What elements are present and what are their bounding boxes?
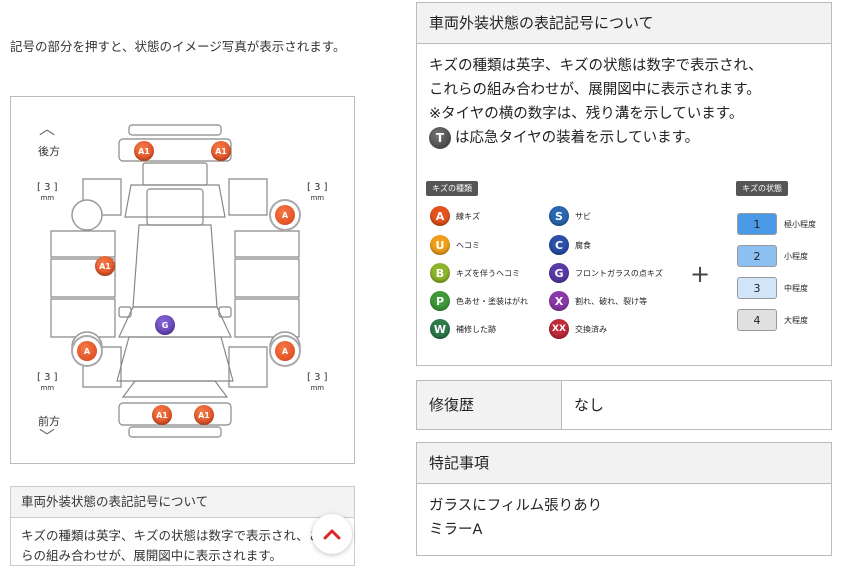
damage-type-item: P 色あせ・塗装はがれ	[430, 291, 528, 311]
rear-label: 後方	[38, 145, 60, 158]
damage-mark[interactable]: A1	[211, 141, 231, 161]
damage-state-tag: キズの状態	[736, 181, 788, 196]
car-condition-diagram: ︿ 後方 前方 ﹀ [ 3 ] mm [ 3 ] mm [ 3 ] mm [ 3 ] m…	[10, 96, 355, 464]
legend-title: 車両外装状態の表記記号について	[417, 3, 831, 44]
panel-title: 車両外装状態の表記記号について	[11, 487, 354, 518]
car-outline	[50, 124, 301, 438]
type-icon: G	[549, 263, 569, 283]
damage-type-item: X 割れ、破れ、裂け等	[549, 291, 647, 311]
damage-type-item: W 補修した跡	[430, 319, 496, 339]
tread-depth-front-right: [ 3 ] mm	[307, 372, 328, 393]
notation-legend-panel-mobile: 車両外装状態の表記記号について キズの種類は英字、キズの状態は数字で表示され、こ…	[10, 486, 355, 566]
legend-line: T は応急タイヤの装着を示しています。	[429, 126, 819, 150]
damage-mark[interactable]: A1	[194, 405, 214, 425]
type-icon: A	[430, 206, 450, 226]
level-box: 3	[737, 277, 777, 299]
type-icon: U	[430, 235, 450, 255]
notes-body: ガラスにフィルム張りあり ミラーA	[417, 484, 831, 552]
damage-type-item: A 線キズ	[430, 206, 480, 226]
repair-history-row: 修復歴 なし	[416, 380, 832, 430]
legend-line: これらの組み合わせが、展開図中に表示されます。	[429, 82, 761, 98]
damage-level-item: 1 極小程度	[737, 213, 816, 235]
damage-mark[interactable]: A1	[95, 256, 115, 276]
damage-type-item: S サビ	[549, 206, 591, 226]
temp-tire-icon: T	[429, 127, 451, 149]
type-icon: S	[549, 206, 569, 226]
panel-body: キズの種類は英字、キズの状態は数字で表示され、これらの組み合わせが、展開図中に表…	[21, 528, 334, 563]
level-box: 2	[737, 245, 777, 267]
repair-history-value: なし	[574, 396, 605, 414]
level-box: 1	[737, 213, 777, 235]
type-icon: X	[549, 291, 569, 311]
type-icon: W	[430, 319, 450, 339]
scroll-to-top-button[interactable]	[312, 514, 352, 554]
level-box: 4	[737, 309, 777, 331]
damage-type-item: XX 交換済み	[549, 319, 607, 339]
chevron-down-icon: ﹀	[39, 427, 56, 446]
damage-level-item: 2 小程度	[737, 245, 808, 267]
tread-depth-front-left: [ 3 ] mm	[37, 372, 58, 393]
damage-level-item: 3 中程度	[737, 277, 808, 299]
note-line: ミラーA	[429, 522, 483, 538]
damage-mark[interactable]: A1	[152, 405, 172, 425]
damage-mark[interactable]: G	[155, 315, 175, 335]
repair-history-label: 修復歴	[417, 381, 562, 429]
damage-mark[interactable]: A	[77, 341, 97, 361]
damage-type-item: U ヘコミ	[430, 235, 480, 255]
chevron-up-icon	[323, 529, 341, 540]
legend-line: キズの種類は英字、キズの状態は数字で表示され、	[429, 58, 763, 74]
note-line: ガラスにフィルム張りあり	[429, 498, 603, 514]
damage-type-item: C 腐食	[549, 235, 591, 255]
tread-depth-rear-right: [ 3 ] mm	[307, 182, 328, 203]
type-icon: XX	[549, 319, 569, 339]
plus-icon: +	[690, 260, 711, 288]
cut-off-heading	[14, 0, 114, 10]
notes-title: 特記事項	[417, 443, 831, 484]
type-icon: P	[430, 291, 450, 311]
damage-type-item: G フロントガラスの点キズ	[549, 263, 663, 283]
tread-depth-rear-left: [ 3 ] mm	[37, 182, 58, 203]
chevron-up-icon: ︿	[39, 119, 56, 138]
damage-type-item: B キズを伴うヘコミ	[430, 263, 520, 283]
damage-mark[interactable]: A	[275, 341, 295, 361]
type-icon: C	[549, 235, 569, 255]
legend-description: キズの種類は英字、キズの状態は数字で表示され、 これらの組み合わせが、展開図中に…	[417, 44, 831, 150]
damage-type-tag: キズの種類	[426, 181, 478, 196]
diagram-instruction: 記号の部分を押すと、状態のイメージ写真が表示されます。	[10, 39, 346, 54]
damage-mark[interactable]: A	[275, 205, 295, 225]
type-icon: B	[430, 263, 450, 283]
damage-level-item: 4 大程度	[737, 309, 808, 331]
legend-line: ※タイヤの横の数字は、残り溝を示しています。	[429, 106, 744, 122]
damage-mark[interactable]: A1	[134, 141, 154, 161]
special-notes-panel: 特記事項 ガラスにフィルム張りあり ミラーA	[416, 442, 832, 556]
